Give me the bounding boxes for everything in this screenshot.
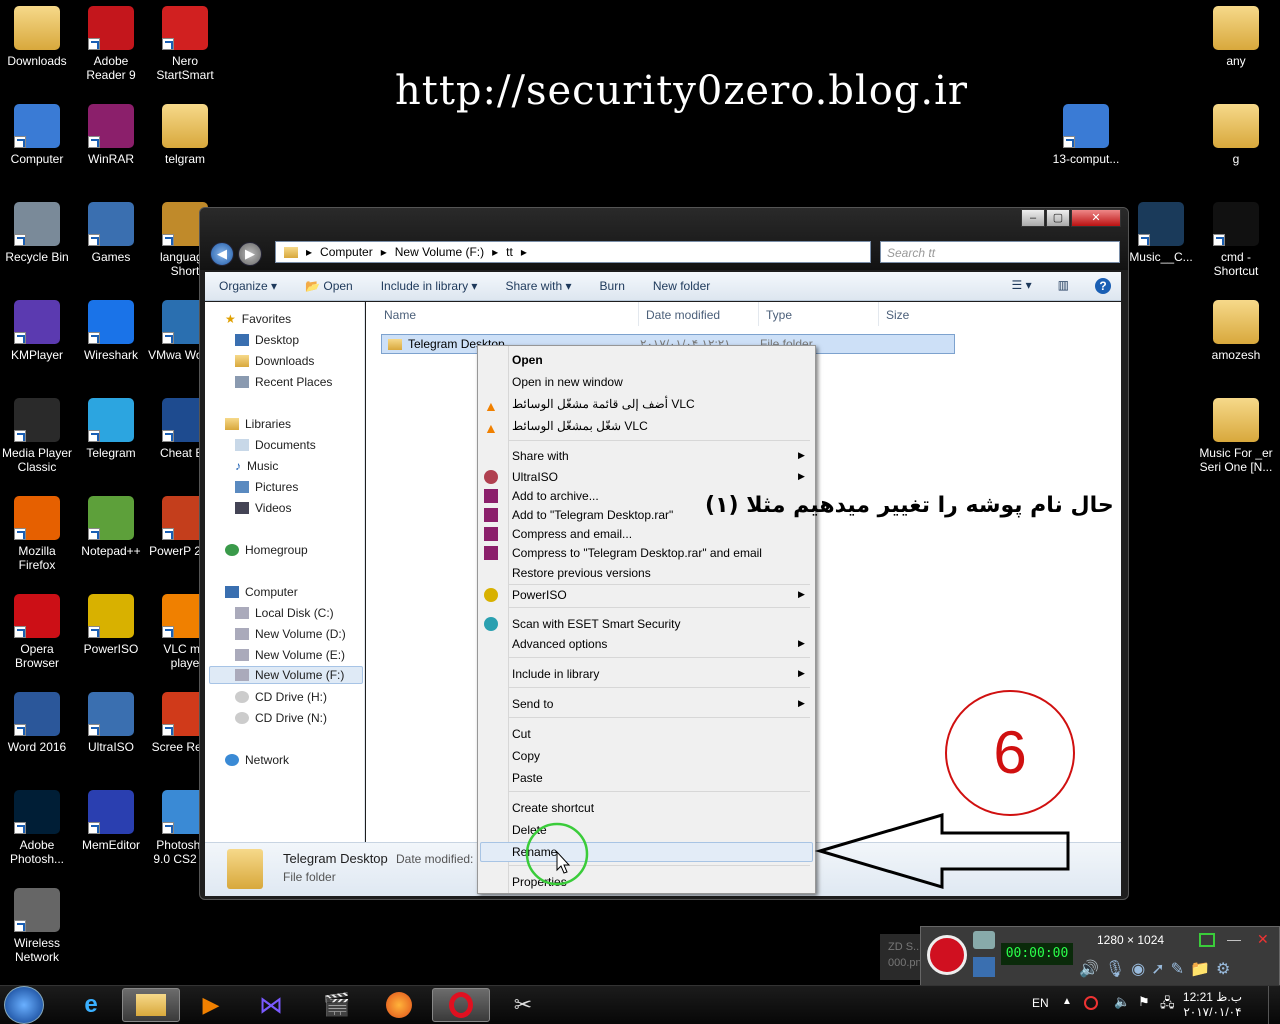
record-tray-icon[interactable] xyxy=(1084,996,1098,1010)
recording-timer: 00:00:00 xyxy=(1001,943,1073,965)
webcam-icon[interactable]: ◉ xyxy=(1131,959,1145,979)
screen-recorder-widget: 00:00:00 1280 × 1024 — ✕ 🔊 🎙 ◉ ➚ ✎ 📁 ⚙ xyxy=(920,926,1280,986)
microphone-icon[interactable]: 🎙 xyxy=(1105,959,1125,979)
network-tray-icon[interactable]: 🖧 xyxy=(1160,994,1175,1016)
mouse-cursor-icon xyxy=(556,850,571,874)
pointer-arrow-icon xyxy=(814,812,1070,890)
gear-icon[interactable]: ⚙ xyxy=(1216,959,1230,979)
taskbar: e ▶ ⋈ 🎬 ✂ EN ▲ 🔈 ⚑ 🖧 12:21 ب.ظ ۲۰۱۷/۰۱/۰… xyxy=(0,985,1280,1024)
pen-icon[interactable]: ✎ xyxy=(1171,959,1184,979)
clapper-icon: 🎬 xyxy=(323,992,351,1017)
ie-icon: e xyxy=(84,991,98,1018)
kmplayer-icon: ⋈ xyxy=(259,991,283,1019)
clock-date: ۲۰۱۷/۰۱/۰۴ xyxy=(1183,1005,1242,1019)
volume-icon[interactable]: 🔈 xyxy=(1114,994,1130,1010)
taskbar-mpc[interactable]: 🎬 xyxy=(308,988,366,1022)
start-button[interactable] xyxy=(4,986,44,1024)
taskbar-media-player[interactable]: ▶ xyxy=(182,988,240,1022)
record-button[interactable] xyxy=(927,935,967,975)
language-indicator[interactable]: EN xyxy=(1032,996,1049,1010)
scissors-icon: ✂ xyxy=(513,992,533,1017)
taskbar-internet-explorer[interactable]: e xyxy=(62,988,120,1022)
close-icon[interactable]: ✕ xyxy=(1257,931,1269,948)
camera-icon[interactable] xyxy=(973,931,995,949)
taskbar-kmplayer[interactable]: ⋈ xyxy=(242,988,300,1022)
clock-time: 12:21 ب.ظ xyxy=(1182,990,1242,1004)
speaker-icon[interactable]: 🔊 xyxy=(1079,959,1099,979)
pause-icon[interactable] xyxy=(973,957,995,977)
action-center-flag-icon[interactable]: ⚑ xyxy=(1138,994,1150,1010)
annotation-overlay xyxy=(525,812,1070,890)
resolution-label: 1280 × 1024 xyxy=(1097,933,1165,947)
opera-icon xyxy=(449,992,473,1018)
taskbar-explorer[interactable] xyxy=(122,988,180,1022)
system-clock[interactable]: 12:21 ب.ظ ۲۰۱۷/۰۱/۰۴ xyxy=(1183,990,1242,1020)
taskbar-snipping-tool[interactable]: ✂ xyxy=(494,988,552,1022)
minimize-icon[interactable]: — xyxy=(1227,931,1241,947)
show-hidden-icons[interactable]: ▲ xyxy=(1062,996,1072,1007)
taskbar-opera[interactable] xyxy=(432,988,490,1022)
cursor-icon[interactable]: ➚ xyxy=(1151,959,1164,979)
show-desktop-button[interactable] xyxy=(1268,986,1280,1024)
folder-icon[interactable]: 📁 xyxy=(1190,959,1210,979)
toolbar-icons: 🔊 🎙 ◉ ➚ ✎ 📁 ⚙ xyxy=(1079,959,1230,979)
taskbar-firefox[interactable] xyxy=(370,988,428,1022)
play-icon: ▶ xyxy=(202,992,220,1017)
folder-icon xyxy=(136,994,166,1016)
maximize-square-icon[interactable] xyxy=(1199,933,1215,947)
firefox-icon xyxy=(386,992,412,1018)
